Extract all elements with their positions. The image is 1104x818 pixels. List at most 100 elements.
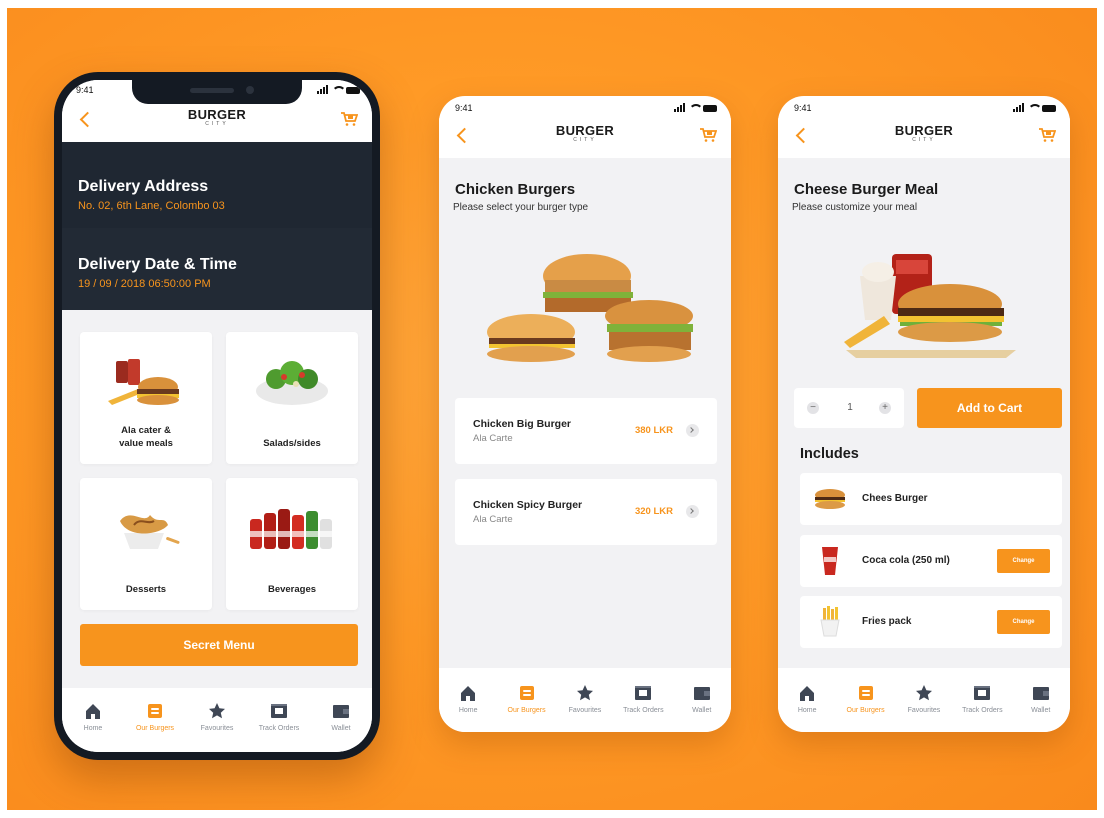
page-subtitle: Please select your burger type [453,202,589,213]
tab-home[interactable]: Home [65,702,121,752]
burger-name: Chicken Spicy Burger [473,499,583,511]
tab-track-orders[interactable]: Track Orders [954,684,1010,732]
cart-icon[interactable] [699,127,717,143]
meal-icon [80,348,212,418]
tab-label: Favourites [568,707,602,714]
page-title: Cheese Burger Meal [794,181,939,198]
dessert-icon [80,494,212,564]
status-icons [1013,103,1056,112]
category-label: Salads/sides [263,438,321,449]
burger-list-item[interactable]: Chicken Big Burger Ala Carte 380 LKR [455,398,717,464]
tab-home[interactable]: Home [779,684,835,732]
signal-icon [674,103,685,112]
screen-cheese-burger-meal: 9:41 BURGER CITY Cheese Burger Meal Plea… [778,96,1070,732]
app-header: BURGER CITY [439,118,731,158]
tab-track-orders[interactable]: Track Orders [251,702,307,752]
tab-favourites[interactable]: Favourites [557,684,613,732]
delivery-address-block[interactable]: Delivery Address No. 02, 6th Lane, Colom… [62,142,372,228]
status-time: 9:41 [455,103,473,113]
tab-wallet[interactable]: Wallet [1013,684,1069,732]
background: 9:41 BURGER CITY Delivery Address No. 02… [7,8,1097,810]
wifi-icon [332,86,346,94]
brand-logo: BURGER CITY [439,123,731,143]
delivery-address-title: Delivery Address [78,178,209,195]
receipt-icon [271,704,287,718]
burger-box-icon [858,686,873,700]
include-label: Fries pack [862,616,912,627]
tab-label: Favourites [200,725,234,732]
battery-icon [346,87,360,94]
tab-bar: Home Our Burgers Favourites Track Orders… [439,668,731,732]
bottles-icon [226,494,358,564]
secret-menu-button[interactable]: Secret Menu [80,624,358,666]
plus-button[interactable]: + [879,402,891,414]
category-label: Desserts [125,584,167,595]
brand-name: BURGER [894,123,954,138]
brand-sub: CITY [573,137,597,143]
tab-label: Our Burgers [846,707,885,714]
change-button[interactable]: Change [997,610,1050,634]
tab-favourites[interactable]: Favourites [896,684,952,732]
cheese-burger-meal-image [844,254,1016,358]
tab-label: Home [83,725,103,732]
category-card-meals[interactable]: Ala cater & value meals [80,332,212,464]
tab-our-burgers[interactable]: Our Burgers [838,684,894,732]
burger-list-item[interactable]: Chicken Spicy Burger Ala Carte 320 LKR [455,479,717,545]
include-item: Coca cola (250 ml) Change [800,535,1062,587]
phone-device-frame: 9:41 BURGER CITY Delivery Address No. 02… [54,72,380,760]
star-icon [576,685,593,701]
status-time: 9:41 [76,85,94,95]
signal-icon [1013,103,1024,112]
category-card-beverages[interactable]: Beverages [226,478,358,610]
burger-type: Ala Carte [473,514,513,525]
tab-wallet[interactable]: Wallet [313,702,369,752]
tab-wallet[interactable]: Wallet [674,684,730,732]
cart-icon[interactable] [340,111,358,127]
tab-our-burgers[interactable]: Our Burgers [127,702,183,752]
battery-icon [703,105,717,112]
tab-label: Home [458,707,478,714]
wallet-icon [1032,687,1049,700]
delivery-datetime-block[interactable]: Delivery Date & Time 19 / 09 / 2018 06:5… [62,228,372,310]
burger-icon [812,481,848,517]
tab-home[interactable]: Home [440,684,496,732]
star-icon [915,685,932,701]
brand-logo: BURGER CITY [778,123,1070,143]
app-header: BURGER CITY [62,102,372,142]
burger-type: Ala Carte [473,433,513,444]
chicken-burgers-image [487,254,693,362]
page-subtitle: Please customize your meal [792,202,918,213]
delivery-datetime-title: Delivery Date & Time [78,256,237,273]
burger-name: Chicken Big Burger [473,418,572,430]
cola-cup-icon [812,543,848,579]
burger-box-icon [148,704,162,718]
cart-icon[interactable] [1038,127,1056,143]
star-icon [209,703,225,719]
category-card-desserts[interactable]: Desserts [80,478,212,610]
minus-button[interactable]: − [807,402,819,414]
brand-sub: CITY [912,137,936,143]
category-grid: Ala cater & value meals Salads/sides Des… [80,332,362,610]
includes-heading: Includes [800,446,859,462]
category-card-salads[interactable]: Salads/sides [226,332,358,464]
delivery-datetime-value: 19 / 09 / 2018 06:50:00 PM [78,278,211,290]
add-to-cart-button[interactable]: Add to Cart [917,388,1062,428]
chevron-right-icon[interactable] [686,424,699,437]
quantity-stepper: − 1 + [794,388,904,428]
chevron-right-icon[interactable] [686,505,699,518]
brand-sub: CITY [205,121,229,127]
tab-bar: Home Our Burgers Favourites Track Orders… [778,668,1070,732]
change-button[interactable]: Change [997,549,1050,573]
tab-label: Our Burgers [135,725,175,732]
battery-icon [1042,105,1056,112]
brand-name: BURGER [555,123,615,138]
signal-icon [317,85,328,94]
tab-our-burgers[interactable]: Our Burgers [499,684,555,732]
tab-label: Home [797,707,817,714]
tab-bar: Home Our Burgers Favourites Track Orders… [62,688,372,752]
tab-track-orders[interactable]: Track Orders [615,684,671,732]
wallet-icon [693,687,710,700]
fries-icon [812,604,848,640]
tab-favourites[interactable]: Favourites [189,702,245,752]
wifi-icon [1028,104,1042,112]
